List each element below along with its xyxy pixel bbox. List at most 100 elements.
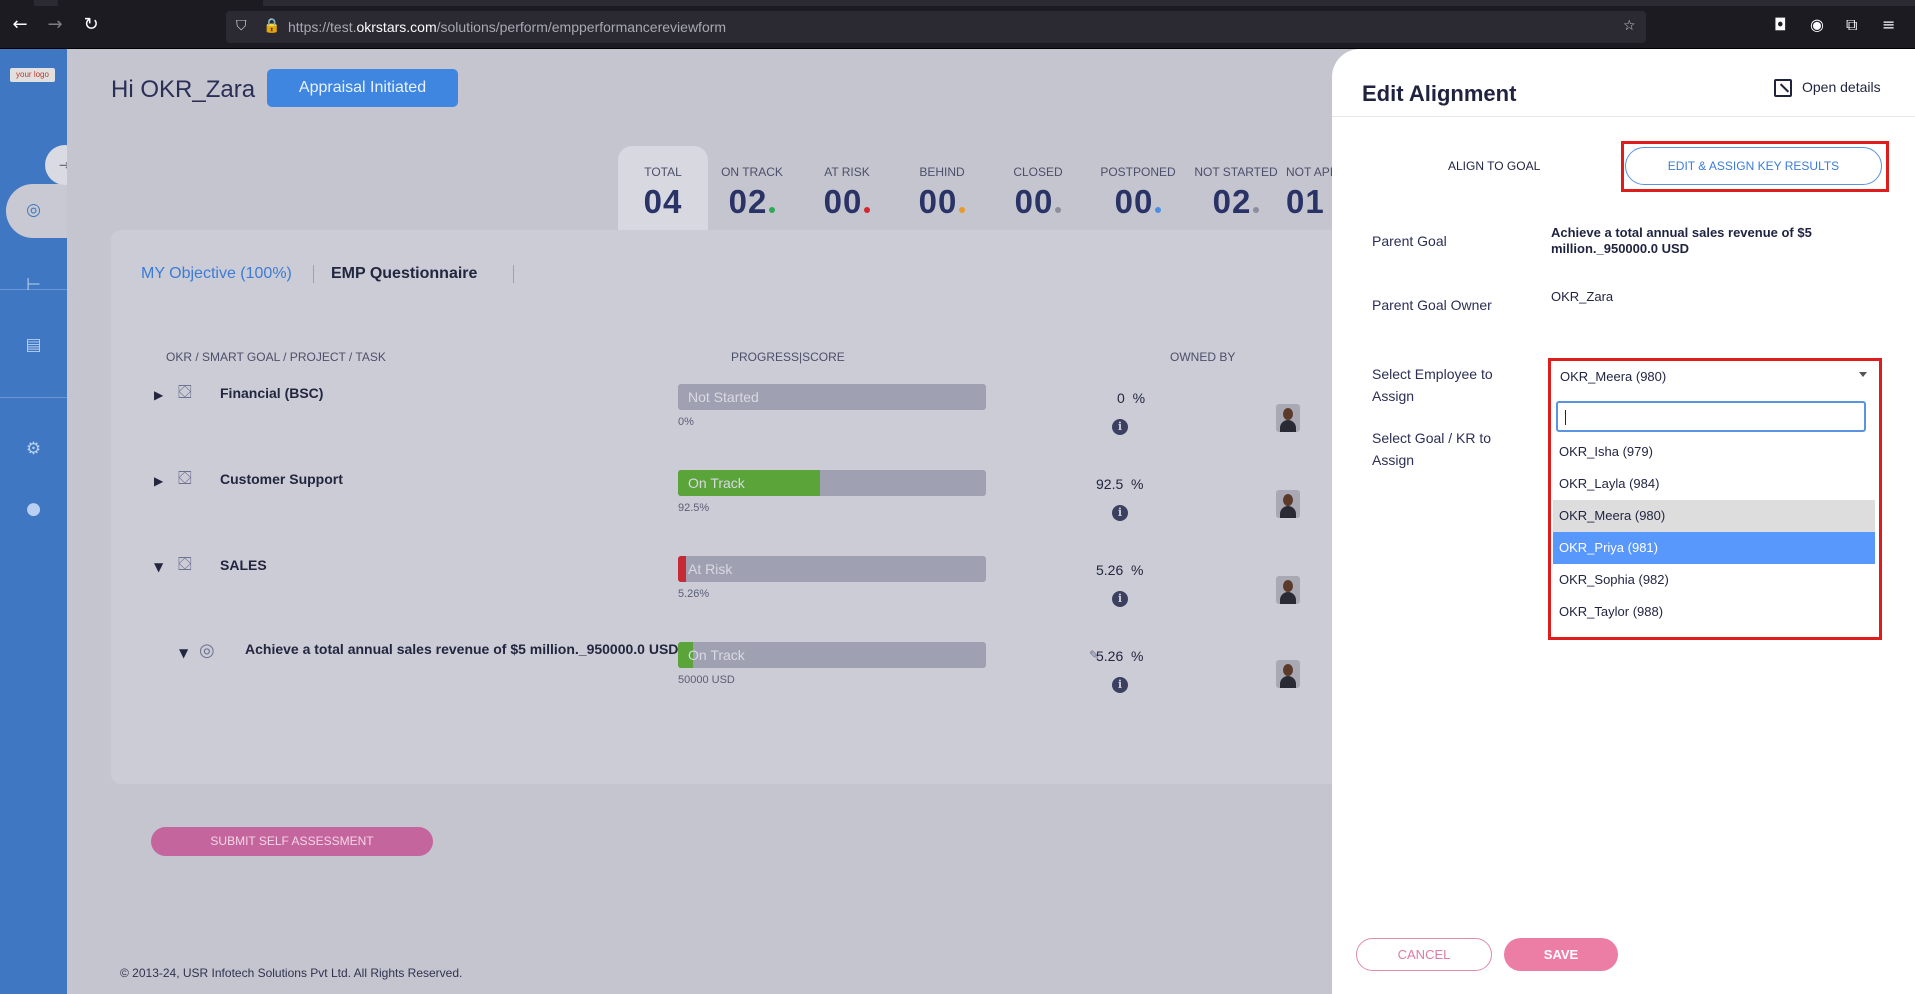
avatar[interactable]	[1276, 404, 1300, 432]
progress-status: Not Started	[688, 389, 759, 405]
info-icon[interactable]: i	[1112, 505, 1128, 521]
bookmark-star-icon[interactable]: ☆	[1623, 18, 1636, 34]
info-icon[interactable]: i	[1112, 419, 1128, 435]
progress-status: At Risk	[688, 561, 733, 577]
score-value: 0 %	[1117, 390, 1145, 406]
table-row[interactable]: ▼ ⛋ SALES At Risk 5.26% 5.26 % i	[111, 552, 1421, 612]
expand-caret-icon[interactable]: ▶	[154, 388, 163, 402]
tab-my-objective[interactable]: MY Objective (100%)	[141, 265, 292, 282]
table-row[interactable]: ▶ ⛋ Financial (BSC) Not Started 0% 0 % i	[111, 380, 1421, 440]
score-number: 92.5	[1096, 476, 1124, 492]
employee-option-selected[interactable]: OKR_Meera (980)	[1553, 500, 1875, 532]
active-tab[interactable]	[58, 0, 263, 6]
open-details-link[interactable]: Open details	[1774, 79, 1881, 98]
parent-goal-owner-value: OKR_Zara	[1551, 289, 1614, 304]
address-bar[interactable]: ⛉ 🔒 https://test.okrstars.com/solutions/…	[226, 11, 1646, 43]
sidebar-user-icon[interactable]: ●	[0, 499, 67, 519]
stat-value: 00	[918, 183, 958, 220]
tab-emp-questionnaire[interactable]: EMP Questionnaire	[331, 265, 477, 283]
back-icon[interactable]: ←	[10, 15, 30, 35]
employee-option[interactable]: OKR_Sophia (982)	[1553, 564, 1875, 596]
status-dot	[1253, 207, 1260, 213]
info-icon[interactable]: i	[1112, 677, 1128, 693]
row-title[interactable]: Achieve a total annual sales revenue of …	[245, 641, 678, 657]
employee-option-highlighted[interactable]: OKR_Priya (981)	[1553, 532, 1875, 564]
sidebar-goals-icon[interactable]: ◎	[0, 200, 67, 220]
tab-align-to-goal[interactable]: ALIGN TO GOAL	[1448, 159, 1540, 173]
sidebar-review-icon[interactable]: ▤	[0, 335, 67, 355]
drawer-divider	[1332, 116, 1915, 117]
stat-value: 02	[728, 183, 768, 220]
lock-icon[interactable]: 🔒	[263, 18, 280, 34]
stat-label: POSTPONED	[1100, 165, 1176, 179]
avatar[interactable]	[1276, 490, 1300, 518]
objective-icon: ⛋	[178, 554, 192, 575]
url-text[interactable]: https://test.okrstars.com/solutions/perf…	[288, 19, 726, 35]
pocket-icon[interactable]: ◘	[1774, 15, 1787, 34]
menu-icon[interactable]: ≡	[1882, 15, 1895, 34]
tab-separator	[513, 265, 514, 283]
score-unit: %	[1131, 476, 1144, 492]
info-icon[interactable]: i	[1112, 591, 1128, 607]
status-dot	[769, 207, 776, 213]
score-number: 5.26	[1096, 648, 1124, 664]
avatar-body	[1280, 676, 1296, 688]
avatar-face	[1283, 664, 1293, 676]
reload-icon[interactable]: ↻	[81, 15, 101, 35]
column-header-owner: OWNED BY	[1170, 350, 1236, 364]
expand-caret-icon[interactable]: ▶	[154, 474, 163, 488]
employee-select[interactable]: OKR_Meera (980)	[1553, 362, 1875, 390]
parent-goal-owner-label: Parent Goal Owner	[1372, 297, 1492, 313]
collapse-caret-icon[interactable]: ▼	[154, 560, 163, 574]
extensions-icon[interactable]: ⧉	[1846, 15, 1857, 35]
account-icon[interactable]: ◉	[1810, 15, 1824, 34]
collapse-caret-icon[interactable]: ▼	[179, 646, 188, 660]
score-unit: %	[1132, 390, 1146, 406]
row-title[interactable]: Financial (BSC)	[220, 385, 323, 401]
employee-search-input[interactable]	[1556, 401, 1866, 432]
logo: your logo	[10, 68, 55, 82]
avatar-face	[1283, 494, 1293, 506]
stat-postponed[interactable]: POSTPONED 00	[1092, 165, 1184, 221]
stat-closed[interactable]: CLOSED 00	[998, 165, 1078, 221]
stat-at-risk[interactable]: AT RISK 00	[807, 165, 887, 221]
submit-self-assessment-button[interactable]: SUBMIT SELF ASSESSMENT	[151, 827, 433, 856]
stat-total[interactable]: TOTAL 04	[618, 165, 708, 221]
status-dot	[864, 207, 871, 213]
stat-not-started[interactable]: NOT STARTED 02	[1188, 165, 1284, 221]
sidebar-hierarchy-icon[interactable]: ⊢	[0, 275, 67, 295]
avatar[interactable]	[1276, 576, 1300, 604]
employee-option[interactable]: OKR_Layla (984)	[1553, 468, 1875, 500]
cancel-button[interactable]: CANCEL	[1356, 938, 1492, 971]
browser-toolbar: ← → ↻ ⛉ 🔒 https://test.okrstars.com/solu…	[0, 0, 1915, 49]
greeting: Hi OKR_Zara	[111, 76, 256, 103]
avatar-face	[1283, 580, 1293, 592]
table-row[interactable]: ▼ ◎ Achieve a total annual sales revenue…	[111, 638, 1421, 698]
text-cursor	[1565, 410, 1566, 425]
select-employee-label: Select Employee to Assign	[1372, 366, 1493, 404]
row-title[interactable]: Customer Support	[220, 471, 343, 487]
avatar[interactable]	[1276, 660, 1300, 688]
score-unit: %	[1131, 648, 1144, 664]
objective-icon: ⛋	[178, 468, 192, 489]
stat-value: 00	[823, 183, 863, 220]
forward-icon[interactable]: →	[45, 15, 65, 35]
stat-label: TOTAL	[644, 165, 682, 179]
score-number: 5.26	[1096, 562, 1124, 578]
open-details-icon	[1774, 79, 1792, 98]
tab-edit-assign-key-results[interactable]: EDIT & ASSIGN KEY RESULTS	[1625, 147, 1882, 185]
table-row[interactable]: ▶ ⛋ Customer Support On Track 92.5% 92.5…	[111, 466, 1421, 526]
shield-icon[interactable]: ⛉	[236, 18, 247, 34]
stat-behind[interactable]: BEHIND 00	[902, 165, 982, 221]
row-title[interactable]: SALES	[220, 557, 267, 573]
tab-strip	[0, 0, 1915, 6]
dropdown-arrow-icon[interactable]	[1859, 372, 1867, 377]
employee-option[interactable]: OKR_Taylor (988)	[1553, 596, 1875, 628]
sidebar-settings-icon[interactable]: ⚙	[0, 439, 67, 459]
score-number: 0	[1117, 390, 1125, 406]
stat-on-track[interactable]: ON TRACK 02	[712, 165, 792, 221]
stat-value: 04	[643, 183, 683, 220]
save-button[interactable]: SAVE	[1504, 938, 1618, 971]
appraisal-status-button[interactable]: Appraisal Initiated	[267, 69, 458, 107]
employee-option[interactable]: OKR_Isha (979)	[1553, 436, 1875, 468]
